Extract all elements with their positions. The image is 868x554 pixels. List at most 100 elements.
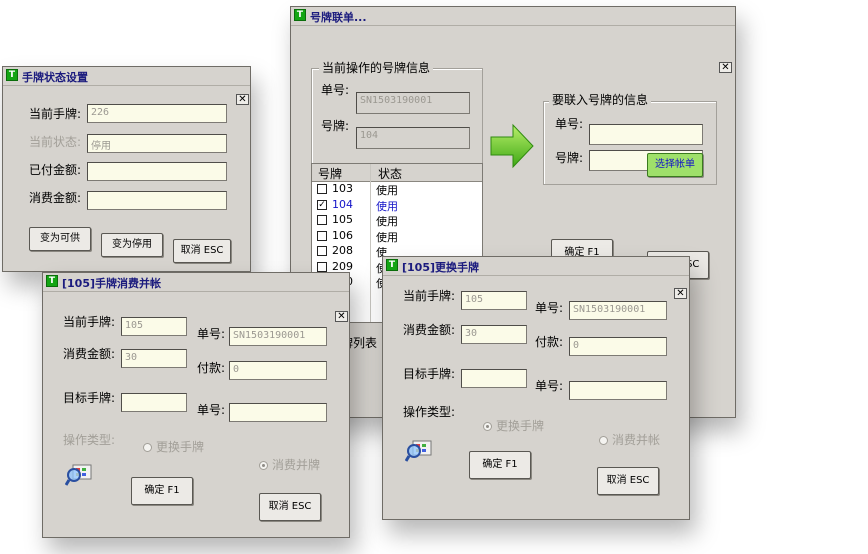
current-plate-label: 当前手牌:	[403, 289, 456, 303]
current-state-field[interactable]: 停用	[87, 134, 227, 153]
order-label: 单号:	[197, 327, 226, 341]
pay-label: 付款:	[535, 335, 564, 349]
current-state-label: 当前状态:	[29, 135, 82, 149]
radio-label: 更换手牌	[156, 440, 205, 454]
app-icon: T	[386, 259, 398, 271]
consume-amount-field[interactable]: 30	[121, 349, 187, 368]
close-icon[interactable]: ✕	[674, 288, 687, 299]
target-order-label: 单号:	[535, 379, 564, 393]
status-cell: 使用	[376, 215, 398, 228]
plate-field[interactable]: 104	[356, 127, 470, 149]
select-bill-button[interactable]: 选择帐单	[647, 153, 703, 177]
radio-dot	[143, 443, 152, 452]
set-disabled-button[interactable]: 变为停用	[101, 233, 163, 257]
column-header-plate: 号牌	[318, 167, 343, 181]
checkbox-icon[interactable]	[317, 184, 327, 194]
current-plate-field[interactable]: 105	[121, 317, 187, 336]
order-field[interactable]: SN1503190001	[569, 301, 667, 320]
operation-type-label: 操作类型:	[63, 433, 116, 447]
radio-merge-bill[interactable]: 消费并牌	[259, 456, 320, 473]
app-icon: T	[294, 9, 306, 21]
table-row[interactable]: 105 使用	[312, 213, 482, 228]
pay-label: 付款:	[197, 361, 226, 375]
target-order-field[interactable]	[569, 381, 667, 400]
operation-type-label: 操作类型:	[403, 405, 456, 419]
app-icon: T	[46, 275, 58, 287]
ok-button[interactable]: 确定 F1	[469, 451, 531, 479]
radio-merge-bill[interactable]: 消费并帐	[599, 431, 660, 448]
radio-dot	[483, 422, 492, 431]
target-order-field[interactable]	[589, 124, 703, 145]
checkbox-icon[interactable]	[317, 246, 327, 256]
target-plate-label: 目标手牌:	[63, 391, 116, 405]
paid-amount-field[interactable]	[87, 162, 227, 181]
table-row[interactable]: ✓ 104 使用	[312, 198, 482, 213]
order-label: 单号:	[321, 83, 350, 97]
target-plate-group-title: 要联入号牌的信息	[549, 91, 652, 108]
title-bar: T [105]手牌消费并帐	[43, 273, 349, 292]
radio-change-plate[interactable]: 更换手牌	[483, 417, 544, 434]
consume-amount-label: 消费金额:	[29, 191, 82, 205]
target-plate-label: 号牌:	[555, 151, 584, 165]
target-order-label: 单号:	[197, 403, 226, 417]
consume-amount-field[interactable]	[87, 191, 227, 210]
plate-cell: 209	[332, 259, 353, 273]
radio-change-plate[interactable]: 更换手牌	[143, 438, 204, 455]
checkbox-icon[interactable]	[317, 261, 327, 272]
current-plate-label: 当前手牌:	[63, 315, 116, 329]
cancel-button[interactable]: 取消 ESC	[259, 493, 321, 521]
checkbox-icon[interactable]	[317, 215, 327, 225]
title-bar: T 号牌联单...	[291, 7, 735, 26]
close-icon[interactable]: ✕	[236, 94, 249, 105]
column-header-status: 状态	[378, 167, 403, 181]
plate-cell: 103	[332, 182, 353, 195]
radio-label: 消费并帐	[612, 433, 661, 447]
paid-amount-label: 已付金额:	[29, 163, 82, 177]
target-order-field[interactable]	[229, 403, 327, 422]
status-cell: 使用	[376, 184, 398, 197]
close-icon[interactable]: ✕	[335, 311, 348, 322]
merge-bill-window: T [105]手牌消费并帐 ✕ 当前手牌: 105 单号: SN15031900…	[42, 272, 350, 538]
order-field[interactable]: SN1503190001	[356, 92, 470, 114]
title-bar: T [105]更换手牌	[383, 257, 689, 276]
target-plate-field[interactable]	[121, 393, 187, 412]
plate-cell: 105	[332, 213, 353, 226]
title-bar: T 手牌状态设置	[3, 67, 250, 86]
window-title: 手牌状态设置	[22, 71, 88, 84]
set-available-button[interactable]: 变为可供	[29, 227, 91, 251]
window-title: [105]更换手牌	[402, 261, 480, 274]
search-icon	[65, 464, 92, 486]
arrow-right-icon	[490, 123, 534, 169]
cancel-button[interactable]: 取消 ESC	[173, 239, 231, 263]
pay-field[interactable]: 0	[569, 337, 667, 356]
status-cell: 使用	[376, 230, 398, 244]
target-plate-field[interactable]	[461, 369, 527, 388]
checkbox-icon[interactable]: ✓	[317, 199, 327, 210]
radio-label: 消费并牌	[272, 458, 321, 472]
pay-field[interactable]: 0	[229, 361, 327, 380]
order-field[interactable]: SN1503190001	[229, 327, 327, 346]
status-cell: 使用	[376, 199, 398, 213]
table-row[interactable]: 103 使用	[312, 182, 482, 197]
app-icon: T	[6, 69, 18, 81]
consume-amount-field[interactable]: 30	[461, 325, 527, 344]
radio-label: 更换手牌	[496, 419, 545, 433]
current-plate-field[interactable]: 105	[461, 291, 527, 310]
ok-button[interactable]: 确定 F1	[131, 477, 193, 505]
table-header: 号牌 状态	[312, 164, 482, 182]
current-plate-field[interactable]: 226	[87, 104, 227, 123]
checkbox-icon[interactable]	[317, 230, 327, 241]
table-row[interactable]: 106 使用	[312, 229, 482, 244]
plate-cell: 106	[332, 228, 353, 242]
change-plate-window: T [105]更换手牌 ✕ 当前手牌: 105 单号: SN1503190001…	[382, 256, 690, 520]
window-title: 号牌联单...	[310, 11, 367, 24]
plate-label: 号牌:	[321, 119, 350, 133]
consume-amount-label: 消费金额:	[403, 323, 456, 337]
radio-dot	[259, 461, 268, 470]
window-title: [105]手牌消费并帐	[62, 277, 162, 290]
column-divider	[370, 164, 371, 322]
close-icon[interactable]: ✕	[719, 62, 732, 73]
search-icon	[405, 440, 432, 462]
target-order-label: 单号:	[555, 117, 584, 131]
cancel-button[interactable]: 取消 ESC	[597, 467, 659, 495]
